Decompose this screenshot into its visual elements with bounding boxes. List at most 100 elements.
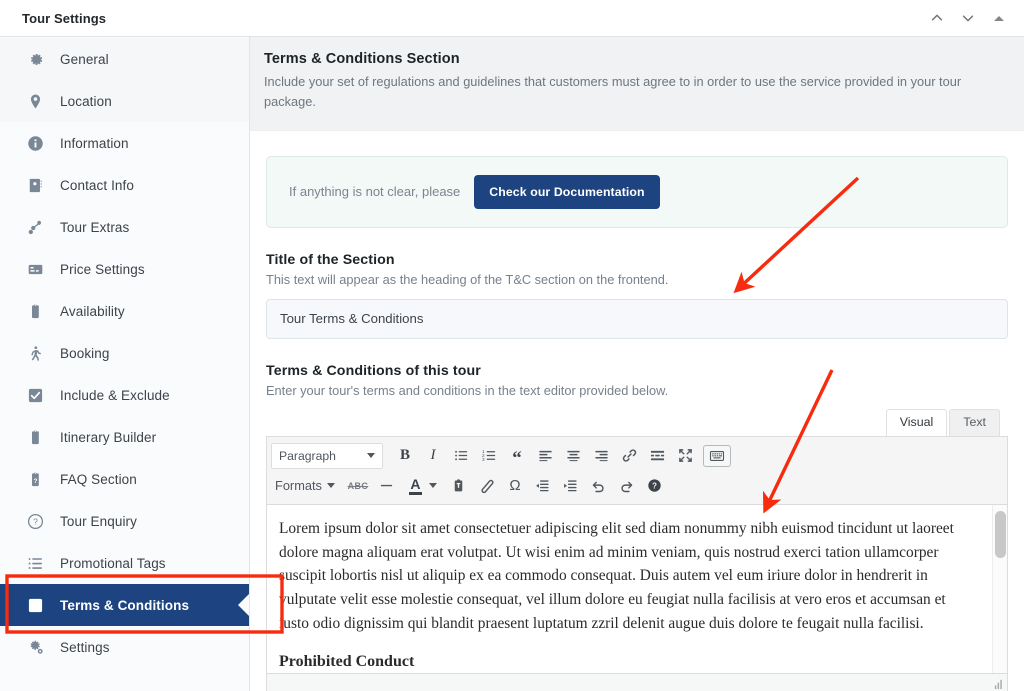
keyboard-shortcuts-icon[interactable]: ?: [641, 472, 669, 500]
title-field-description: This text will appear as the heading of …: [266, 271, 669, 287]
editor-tab-text[interactable]: Text: [949, 408, 1000, 436]
sidebar-item-label: Booking: [60, 345, 110, 361]
info-circle-icon: [26, 134, 44, 152]
checkbox-icon: [26, 596, 44, 614]
section-description: Include your set of regulations and guid…: [264, 74, 962, 109]
map-pin-icon: [26, 92, 44, 110]
insert-link-icon[interactable]: [615, 442, 643, 470]
editor-toolbar-row-1: Paragraph B I 1 2 3 “: [271, 441, 1003, 471]
toolbar-toggle-icon[interactable]: [703, 444, 731, 467]
blockquote-icon[interactable]: “: [503, 442, 531, 470]
editor-toolbar: Paragraph B I 1 2 3 “ Formats ABC A Ω?: [267, 436, 1007, 505]
align-left-icon[interactable]: [531, 442, 559, 470]
sidebar-item-itinerary-builder[interactable]: Itinerary Builder: [0, 416, 249, 458]
format-select[interactable]: Paragraph: [271, 442, 383, 469]
chevron-down-icon[interactable]: [428, 483, 437, 489]
redo-icon[interactable]: [613, 472, 641, 500]
sidebar-item-faq-section[interactable]: ? FAQ Section: [0, 458, 249, 500]
faq-clipboard-icon: ?: [26, 470, 44, 488]
undo-icon[interactable]: [585, 472, 613, 500]
collapse-triangle-icon[interactable]: [988, 7, 1010, 29]
sidebar-item-label: Settings: [60, 639, 110, 655]
chevron-down-icon: [367, 453, 375, 459]
hiker-icon: [26, 344, 44, 362]
address-book-icon: [26, 176, 44, 194]
text-color-icon[interactable]: A: [401, 472, 445, 500]
section-title-input[interactable]: [266, 298, 1008, 339]
sidebar-item-label: Price Settings: [60, 261, 145, 277]
italic-label: I: [430, 447, 436, 464]
settings-sidebar: General Location Information Contact Info To…: [0, 37, 250, 691]
read-more-icon[interactable]: [643, 442, 671, 470]
chevron-down-icon[interactable]: [957, 7, 979, 29]
sidebar-item-terms-conditions[interactable]: Terms & Conditions: [0, 584, 249, 626]
documentation-banner: If anything is not clear, please Check o…: [266, 155, 1008, 228]
chevron-down-icon: [326, 483, 335, 489]
editor-scrollbar-thumb[interactable]: [995, 510, 1006, 558]
sidebar-item-tour-enquiry[interactable]: ? Tour Enquiry: [0, 500, 249, 542]
fullscreen-icon[interactable]: [671, 442, 699, 470]
sidebar-item-include-exclude[interactable]: Include & Exclude: [0, 374, 249, 416]
tour-settings-panel: Tour Settings General Location Information…: [0, 0, 1024, 691]
paste-as-text-icon[interactable]: [445, 472, 473, 500]
sidebar-item-label: Promotional Tags: [60, 555, 166, 571]
special-character-icon[interactable]: Ω: [501, 472, 529, 500]
settings-main-panel: Terms & Conditions Section Include your …: [250, 37, 1024, 691]
sidebar-item-settings[interactable]: Settings: [0, 626, 249, 668]
clipboard-icon: [26, 428, 44, 446]
editor-content[interactable]: Lorem ipsum dolor sit amet consectetuer …: [267, 505, 1007, 673]
sidebar-item-price-settings[interactable]: Price Settings: [0, 248, 249, 290]
sidebar-item-information[interactable]: Information: [0, 122, 249, 164]
bulleted-list-icon[interactable]: [447, 442, 475, 470]
sidebar-item-label: Tour Enquiry: [60, 513, 137, 529]
sidebar-item-contact-info[interactable]: Contact Info: [0, 164, 249, 206]
title-field-label: Title of the Section: [266, 251, 395, 268]
terms-field-description: Enter your tour's terms and conditions i…: [266, 382, 669, 398]
svg-text:?: ?: [653, 482, 658, 491]
sidebar-item-label: FAQ Section: [60, 471, 137, 487]
formats-menu[interactable]: Formats: [271, 472, 343, 500]
sidebar-item-tour-extras[interactable]: Tour Extras: [0, 206, 249, 248]
editor-mode-tabs: Visual Text: [266, 408, 1008, 436]
editor-scrollbar[interactable]: [992, 504, 1007, 673]
sidebar-item-booking[interactable]: Booking: [0, 332, 249, 374]
numbered-list-icon[interactable]: 123: [475, 442, 503, 470]
question-circle-icon: ?: [26, 512, 44, 530]
terms-field-block: Terms & Conditions of this tour Enter yo…: [266, 363, 1008, 691]
sidebar-item-location[interactable]: Location: [0, 80, 249, 122]
check-documentation-button[interactable]: Check our Documentation: [474, 174, 660, 209]
editor-tab-visual[interactable]: Visual: [885, 408, 948, 436]
clear-formatting-icon[interactable]: [473, 472, 501, 500]
chevron-up-icon[interactable]: [926, 7, 948, 29]
editor-canvas[interactable]: Lorem ipsum dolor sit amet consectetuer …: [267, 504, 1007, 673]
text-color-label: A: [409, 477, 422, 495]
increase-indent-icon[interactable]: [557, 472, 585, 500]
italic-icon[interactable]: I: [419, 442, 447, 470]
section-title: Terms & Conditions Section: [264, 51, 460, 67]
sidebar-item-label: General: [60, 51, 109, 67]
bold-label: B: [399, 447, 410, 464]
svg-text:?: ?: [33, 478, 37, 485]
extras-icon: [26, 218, 44, 236]
align-center-icon[interactable]: [559, 442, 587, 470]
sidebar-item-availability[interactable]: Availability: [0, 290, 249, 332]
editor-resize-grip[interactable]: [993, 679, 1004, 690]
terms-field-label: Terms & Conditions of this tour: [266, 362, 481, 379]
sidebar-item-general[interactable]: General: [0, 38, 249, 80]
blockquote-label: “: [512, 447, 522, 469]
editor-toolbar-row-2: Formats ABC A Ω?: [271, 471, 1003, 501]
strikethrough-label: ABC: [347, 480, 369, 491]
sidebar-item-label: Include & Exclude: [60, 387, 170, 403]
decrease-indent-icon[interactable]: [529, 472, 557, 500]
checkbox-icon: [26, 386, 44, 404]
format-select-value: Paragraph: [279, 448, 336, 463]
sidebar-item-promotional-tags[interactable]: Promotional Tags: [0, 542, 249, 584]
sidebar-item-label: Location: [60, 93, 112, 109]
panel-title: Tour Settings: [22, 10, 107, 26]
strikethrough-icon[interactable]: ABC: [343, 472, 373, 500]
documentation-banner-text: If anything is not clear, please: [289, 184, 461, 200]
align-right-icon[interactable]: [587, 442, 615, 470]
horizontal-rule-icon[interactable]: [373, 472, 401, 500]
bold-icon[interactable]: B: [391, 442, 419, 470]
editor-paragraph: Lorem ipsum dolor sit amet consectetuer …: [279, 519, 954, 633]
